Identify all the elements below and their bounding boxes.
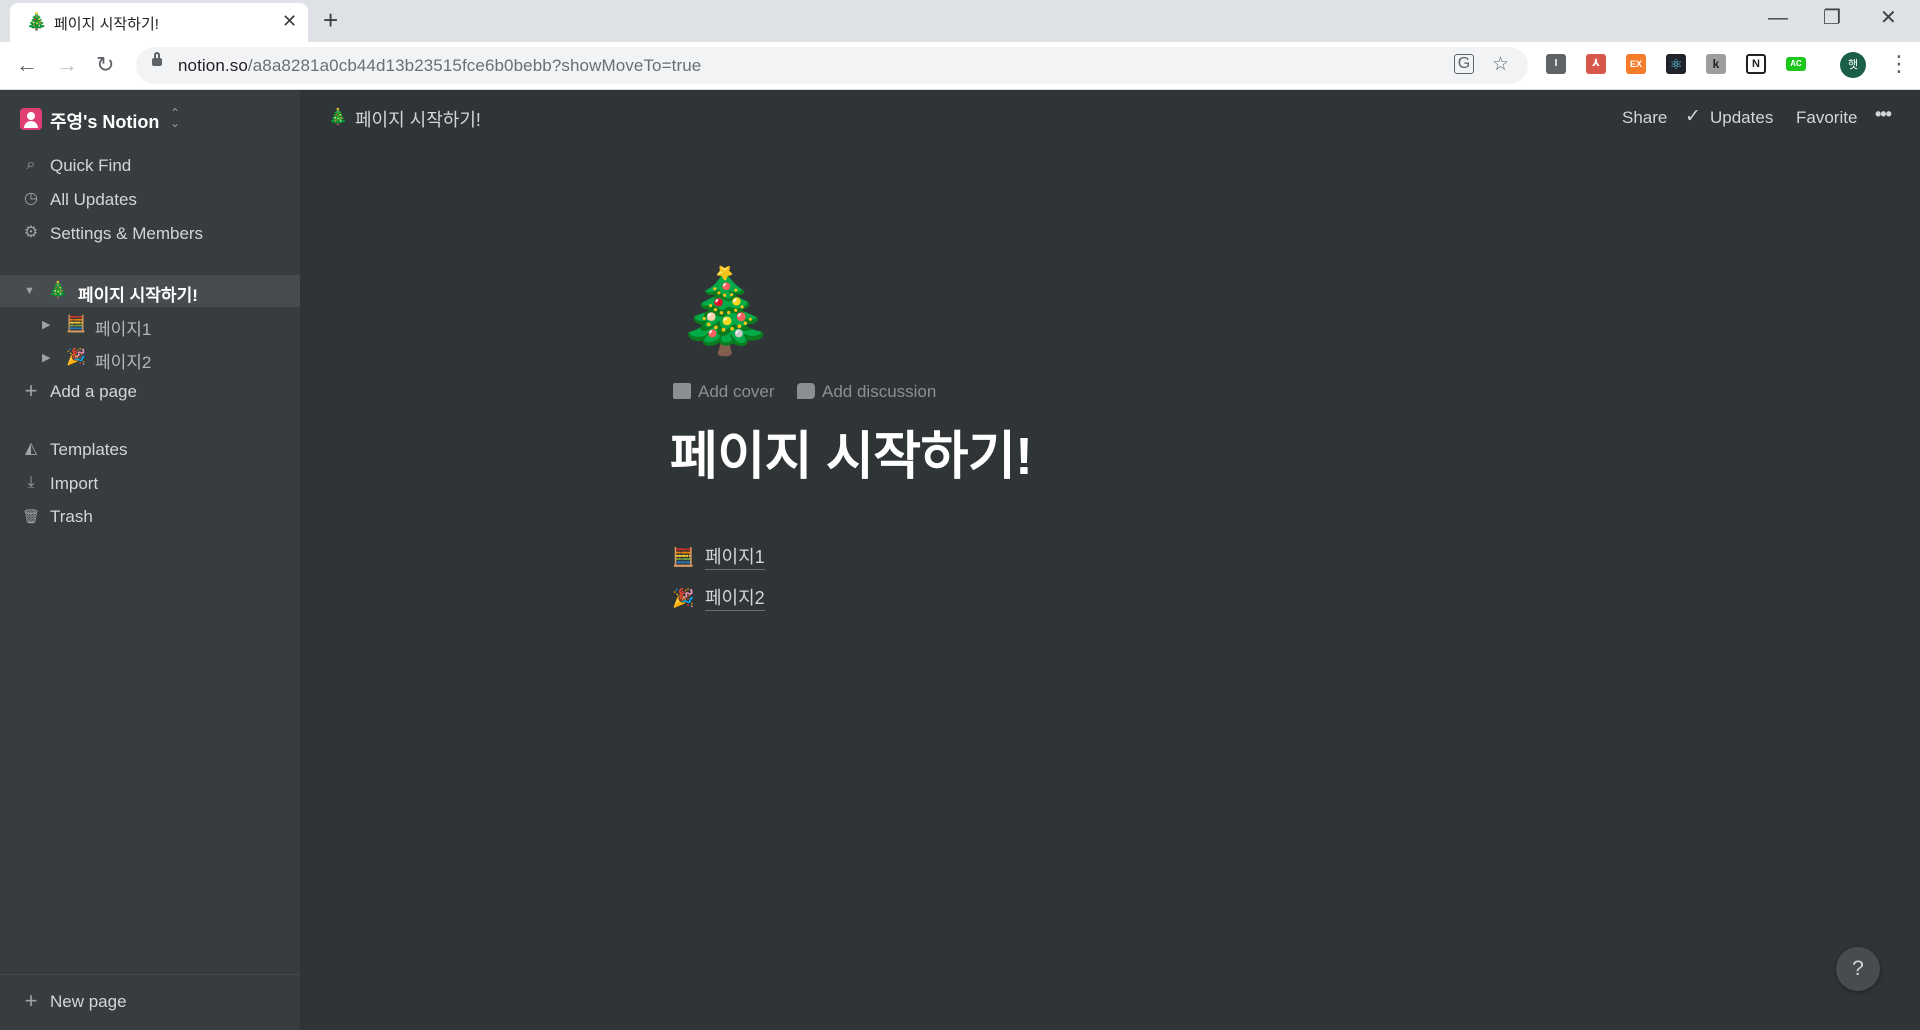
sidebar-item-label: All Updates: [50, 190, 137, 209]
browser-tab[interactable]: 🎄 페이지 시작하기! ✕: [10, 3, 308, 42]
templates-icon: ◭: [24, 440, 38, 457]
more-options-icon[interactable]: •••: [1875, 104, 1892, 125]
tab-title: 페이지 시작하기!: [54, 16, 159, 33]
breadcrumb-emoji-icon: 🎄: [328, 109, 348, 126]
tree-emoji-icon: 🎄: [48, 282, 68, 299]
breadcrumb[interactable]: 페이지 시작하기!: [355, 106, 481, 132]
extension-i-icon[interactable]: I: [1546, 54, 1566, 74]
toggle-right-icon[interactable]: ▶: [42, 351, 50, 365]
lock-icon[interactable]: [152, 52, 162, 66]
subpage-link-1[interactable]: 페이지1: [705, 545, 765, 570]
subpage-link-2[interactable]: 페이지2: [705, 586, 765, 611]
tab-favicon: 🎄: [26, 12, 48, 31]
browser-menu-icon[interactable]: ⋮: [1888, 51, 1910, 77]
address-bar[interactable]: notion.so/a8a8281a0cb44d13b23515fce6b0be…: [136, 47, 1528, 84]
image-icon: [673, 383, 691, 399]
back-button[interactable]: ←: [16, 51, 38, 79]
sidebar-page-start[interactable]: ▼ 🎄 페이지 시작하기!: [0, 275, 300, 307]
sidebar-page-label: 페이지2: [95, 353, 152, 372]
workspace-avatar: [20, 108, 42, 130]
sidebar-item-label: Trash: [50, 507, 93, 526]
comment-icon: [797, 383, 815, 399]
import-icon: ⤓: [27, 474, 35, 491]
forward-button[interactable]: →: [56, 51, 78, 79]
extension-pdf-icon[interactable]: ⅄: [1586, 54, 1606, 74]
sidebar-item-label: Templates: [50, 440, 128, 459]
search-icon: ⌕: [26, 156, 36, 173]
trash-icon: 🗑: [22, 508, 40, 524]
sidebar-item-templates[interactable]: ◭ Templates: [0, 434, 300, 466]
add-page-button[interactable]: + Add a page: [0, 376, 300, 408]
extension-notion-icon[interactable]: N: [1746, 54, 1766, 74]
sidebar-page-label: 페이지 시작하기!: [78, 286, 198, 305]
toggle-right-icon[interactable]: ▶: [42, 318, 50, 332]
extension-ac-icon[interactable]: AC: [1786, 57, 1806, 71]
sidebar-page-2[interactable]: ▶ 🎉 페이지2: [0, 342, 300, 374]
reload-button[interactable]: ↻: [96, 51, 114, 79]
help-button[interactable]: ?: [1836, 947, 1880, 991]
sidebar: 주영's Notion ⌃ ⌄ ⌕ Quick Find ◷ All Update…: [0, 90, 300, 1030]
sidebar-item-label: Quick Find: [50, 156, 132, 175]
window-close-button[interactable]: ✕: [1880, 4, 1897, 32]
new-tab-button[interactable]: +: [323, 6, 338, 34]
browser-toolbar: ← → ↻ notion.so/a8a8281a0cb44d13b23515fc…: [0, 42, 1920, 90]
plus-icon: +: [24, 988, 38, 1013]
share-button[interactable]: Share: [1622, 108, 1667, 128]
sidebar-item-quick-find[interactable]: ⌕ Quick Find: [0, 150, 300, 182]
browser-tab-strip: 🎄 페이지 시작하기! ✕ + — ❐ ✕: [0, 0, 1920, 42]
clock-icon: ◷: [24, 190, 38, 207]
new-page-button[interactable]: + New page: [0, 986, 300, 1018]
check-icon: ✓: [1685, 106, 1701, 127]
abacus-emoji-icon: 🧮: [672, 547, 695, 567]
page-title[interactable]: 페이지 시작하기!: [670, 414, 1033, 489]
add-page-label: Add a page: [50, 382, 137, 401]
url-host: notion.so: [178, 56, 248, 75]
extension-ex-icon[interactable]: EX: [1626, 54, 1646, 74]
sidebar-divider: [0, 974, 300, 975]
minimize-button[interactable]: —: [1768, 4, 1788, 32]
abacus-emoji-icon: 🧮: [66, 316, 86, 333]
sidebar-page-label: 페이지1: [95, 320, 152, 339]
plus-icon: +: [24, 378, 38, 403]
sidebar-item-label: Settings & Members: [50, 224, 204, 243]
restore-button[interactable]: ❐: [1823, 4, 1841, 32]
gear-icon: ⚙: [23, 224, 39, 241]
sidebar-item-import[interactable]: ⤓ Import: [0, 468, 300, 500]
party-popper-emoji-icon: 🎉: [672, 588, 695, 608]
party-popper-emoji-icon: 🎉: [66, 349, 86, 366]
extension-react-icon[interactable]: ⚛: [1666, 54, 1686, 74]
chevron-updown-icon: ⌃ ⌄: [170, 106, 181, 130]
page-icon[interactable]: 🎄: [674, 262, 776, 362]
profile-avatar[interactable]: 햇: [1840, 52, 1866, 78]
toggle-down-icon[interactable]: ▼: [24, 284, 35, 298]
workspace-switcher[interactable]: 주영's Notion ⌃ ⌄: [20, 106, 190, 132]
add-discussion-button[interactable]: Add discussion: [822, 382, 936, 402]
sidebar-item-trash[interactable]: 🗑 Trash: [0, 501, 300, 533]
sidebar-item-settings[interactable]: ⚙ Settings & Members: [0, 218, 300, 250]
new-page-label: New page: [50, 992, 127, 1011]
url-text[interactable]: notion.so/a8a8281a0cb44d13b23515fce6b0be…: [178, 56, 701, 76]
translate-icon[interactable]: G: [1454, 54, 1474, 74]
tab-close-icon[interactable]: ✕: [282, 11, 297, 31]
bookmark-star-icon[interactable]: ☆: [1492, 54, 1509, 76]
add-cover-button[interactable]: Add cover: [698, 382, 775, 402]
extension-k-icon[interactable]: k: [1706, 54, 1726, 74]
sidebar-item-label: Import: [50, 474, 99, 493]
sidebar-page-1[interactable]: ▶ 🧮 페이지1: [0, 309, 300, 341]
updates-button[interactable]: Updates: [1710, 108, 1773, 128]
url-path: /a8a8281a0cb44d13b23515fce6b0bebb?showMo…: [247, 56, 702, 75]
sidebar-item-all-updates[interactable]: ◷ All Updates: [0, 184, 300, 216]
workspace-name: 주영's Notion: [50, 112, 160, 132]
favorite-button[interactable]: Favorite: [1796, 108, 1857, 128]
